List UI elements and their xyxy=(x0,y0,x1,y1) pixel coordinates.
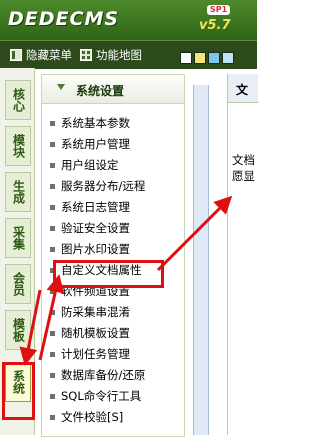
arrow-from-content xyxy=(156,195,233,272)
annotation-arrows xyxy=(19,195,233,366)
arrow-to-system-tab xyxy=(19,289,42,366)
arrow-to-custom-doc-attr xyxy=(38,274,65,361)
